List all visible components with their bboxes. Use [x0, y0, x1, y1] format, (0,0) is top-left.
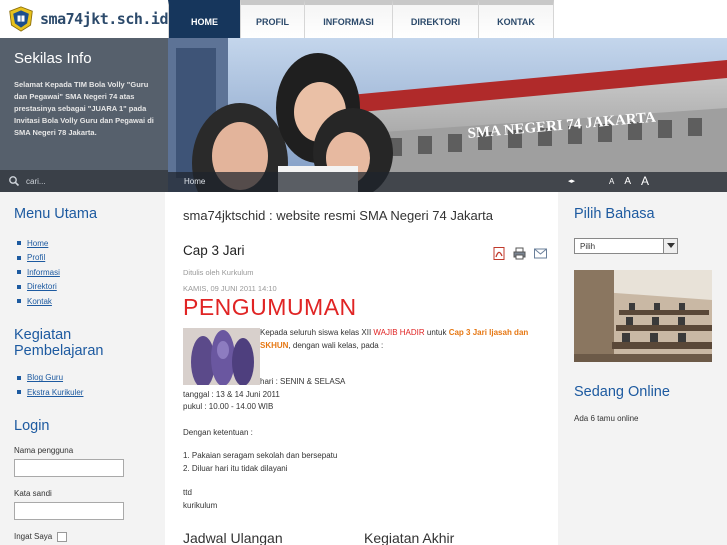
- password-label: Kata sandi: [14, 488, 52, 498]
- menu-link-informasi[interactable]: Informasi: [27, 268, 60, 277]
- body-text: untuk: [424, 328, 449, 337]
- school-seal-icon: [9, 6, 33, 32]
- body-highlight-wajib: WAJIB HADIR: [373, 328, 425, 337]
- password-field[interactable]: [14, 501, 124, 520]
- chevron-down-icon[interactable]: [663, 239, 677, 253]
- fingerprint-photo: [183, 328, 260, 385]
- left-sidebar: Menu Utama Home Profil Informasi Direkto…: [0, 192, 165, 545]
- remember-label: Ingat Saya: [14, 532, 53, 541]
- article-date: KAMIS, 09 JUNI 2011 14:10: [183, 284, 277, 293]
- menu-link-profil[interactable]: Profil: [27, 253, 45, 262]
- bullet-icon: [17, 375, 21, 380]
- site-logo[interactable]: sma74jkt.sch.id: [8, 4, 168, 34]
- sedang-online-title: Sedang Online: [574, 384, 670, 400]
- menu-link-home[interactable]: Home: [27, 239, 48, 248]
- list-item: Profil: [17, 251, 151, 266]
- article-title[interactable]: Cap 3 Jari: [183, 243, 245, 258]
- kegiatan-akhir-heading[interactable]: Kegiatan Akhir: [364, 530, 454, 545]
- list-item: Informasi: [17, 265, 151, 280]
- bullet-icon: [17, 270, 21, 275]
- search-input[interactable]: [26, 173, 156, 189]
- search-icon[interactable]: [8, 175, 20, 187]
- text-size-tools: ◂▸ A A A: [568, 174, 649, 188]
- menu-utama-title: Menu Utama: [14, 206, 98, 222]
- nav-direktori[interactable]: DIREKTORI: [392, 0, 478, 38]
- nav-informasi[interactable]: INFORMASI: [304, 0, 392, 38]
- font-small-icon[interactable]: A: [609, 177, 614, 186]
- pdf-icon[interactable]: [493, 247, 505, 260]
- menu-link-kontak[interactable]: Kontak: [27, 297, 52, 306]
- kegiatan-list: Blog Guru Ekstra Kurikuler: [17, 371, 151, 400]
- rule-2: 2. Diluar hari itu tidak dilayani: [183, 464, 288, 473]
- schedule-date: tanggal : 13 & 14 Juni 2011: [183, 390, 280, 399]
- header: sma74jkt.sch.id HOME PROFIL INFORMASI DI…: [0, 0, 727, 38]
- login-title: Login: [14, 417, 50, 434]
- jadwal-ulangan-heading[interactable]: Jadwal Ulangan: [183, 530, 283, 545]
- body-highlight-cap: Cap 3 Jari Ijasah dan: [448, 328, 529, 337]
- bullet-icon: [17, 255, 21, 260]
- right-sidebar: Pilih Bahasa Pilih Sedang Online Ada 6 t…: [558, 192, 727, 545]
- banner-toolbar: Home ◂▸ A A A: [168, 172, 727, 192]
- body-paragraph-1: Kepada seluruh siswa kelas XII WAJIB HAD…: [260, 328, 528, 337]
- kegiatan-title: Kegiatan Pembelajaran: [14, 326, 104, 359]
- language-select-value: Pilih: [580, 241, 596, 251]
- article-author: Ditulis oleh Kurkulum: [183, 268, 254, 277]
- font-medium-icon[interactable]: A: [624, 176, 631, 187]
- username-label: Nama pengguna: [14, 445, 74, 455]
- nav-profil[interactable]: PROFIL: [240, 0, 304, 38]
- article-tools: [493, 247, 547, 260]
- body-text: Kepada seluruh siswa kelas XII: [260, 328, 374, 337]
- classroom-photo: [574, 270, 712, 362]
- body-paragraph-2: SKHUN, dengan wali kelas, pada :: [260, 341, 383, 350]
- sekilas-info-text: Selamat Kepada TIM Bola Volly "Guru dan …: [14, 80, 154, 137]
- bullet-icon: [17, 299, 21, 304]
- list-item: Ekstra Kurikuler: [17, 385, 151, 400]
- sekilas-info-panel: Sekilas Info Selamat Kepada TIM Bola Vol…: [0, 38, 168, 170]
- nav-kontak[interactable]: KONTAK: [478, 0, 554, 38]
- bullet-icon: [17, 241, 21, 246]
- header-banner-image: SMA NEGERI 74 JAKARTA: [168, 38, 727, 192]
- online-count-text: Ada 6 tamu online: [574, 414, 639, 423]
- font-large-icon[interactable]: A: [641, 174, 649, 188]
- schedule-day: hari : SENIN & SELASA: [260, 377, 346, 386]
- list-item: Blog Guru: [17, 371, 151, 386]
- announcement-heading: PENGUMUMAN: [183, 294, 357, 320]
- print-icon[interactable]: [513, 247, 526, 260]
- remember-checkbox[interactable]: [57, 531, 68, 542]
- remember-me-row: Ingat Saya: [14, 531, 151, 542]
- menu-link-blog-guru[interactable]: Blog Guru: [27, 373, 63, 382]
- search-bar: [0, 170, 168, 192]
- email-icon[interactable]: [534, 247, 547, 259]
- signature-name: kurikulum: [183, 501, 218, 510]
- bullet-icon: [17, 284, 21, 289]
- menu-link-direktori[interactable]: Direktori: [27, 282, 57, 291]
- breadcrumb[interactable]: Home: [184, 177, 205, 186]
- username-field[interactable]: [14, 458, 124, 477]
- rule-1: 1. Pakaian seragam sekolah dan bersepatu: [183, 451, 338, 460]
- language-select[interactable]: Pilih: [574, 238, 678, 254]
- list-item: Home: [17, 236, 151, 251]
- width-toggle-icon[interactable]: ◂▸: [568, 177, 575, 185]
- signature-ttd: ttd: [183, 488, 192, 497]
- body-text: , dengan wali kelas, pada :: [288, 341, 384, 350]
- bullet-icon: [17, 390, 21, 395]
- sekilas-info-title: Sekilas Info: [14, 50, 92, 67]
- pilih-bahasa-title: Pilih Bahasa: [574, 206, 655, 222]
- list-item: Kontak: [17, 294, 151, 309]
- menu-link-ekstra-kurikuler[interactable]: Ekstra Kurikuler: [27, 388, 83, 397]
- schedule-time: pukul : 10.00 - 14.00 WIB: [183, 402, 274, 411]
- main-nav: HOME PROFIL INFORMASI DIREKTORI KONTAK: [168, 0, 554, 38]
- body-highlight-skhun: SKHUN: [260, 341, 289, 350]
- page-title: sma74jktschid : website resmi SMA Negeri…: [183, 208, 493, 223]
- list-item: Direktori: [17, 280, 151, 295]
- main-content: sma74jktschid : website resmi SMA Negeri…: [168, 192, 558, 545]
- rules-heading: Dengan ketentuan :: [183, 428, 253, 437]
- site-name: sma74jkt.sch.id: [40, 10, 168, 28]
- menu-utama-list: Home Profil Informasi Direktori Kontak: [17, 236, 151, 309]
- nav-home[interactable]: HOME: [168, 0, 240, 38]
